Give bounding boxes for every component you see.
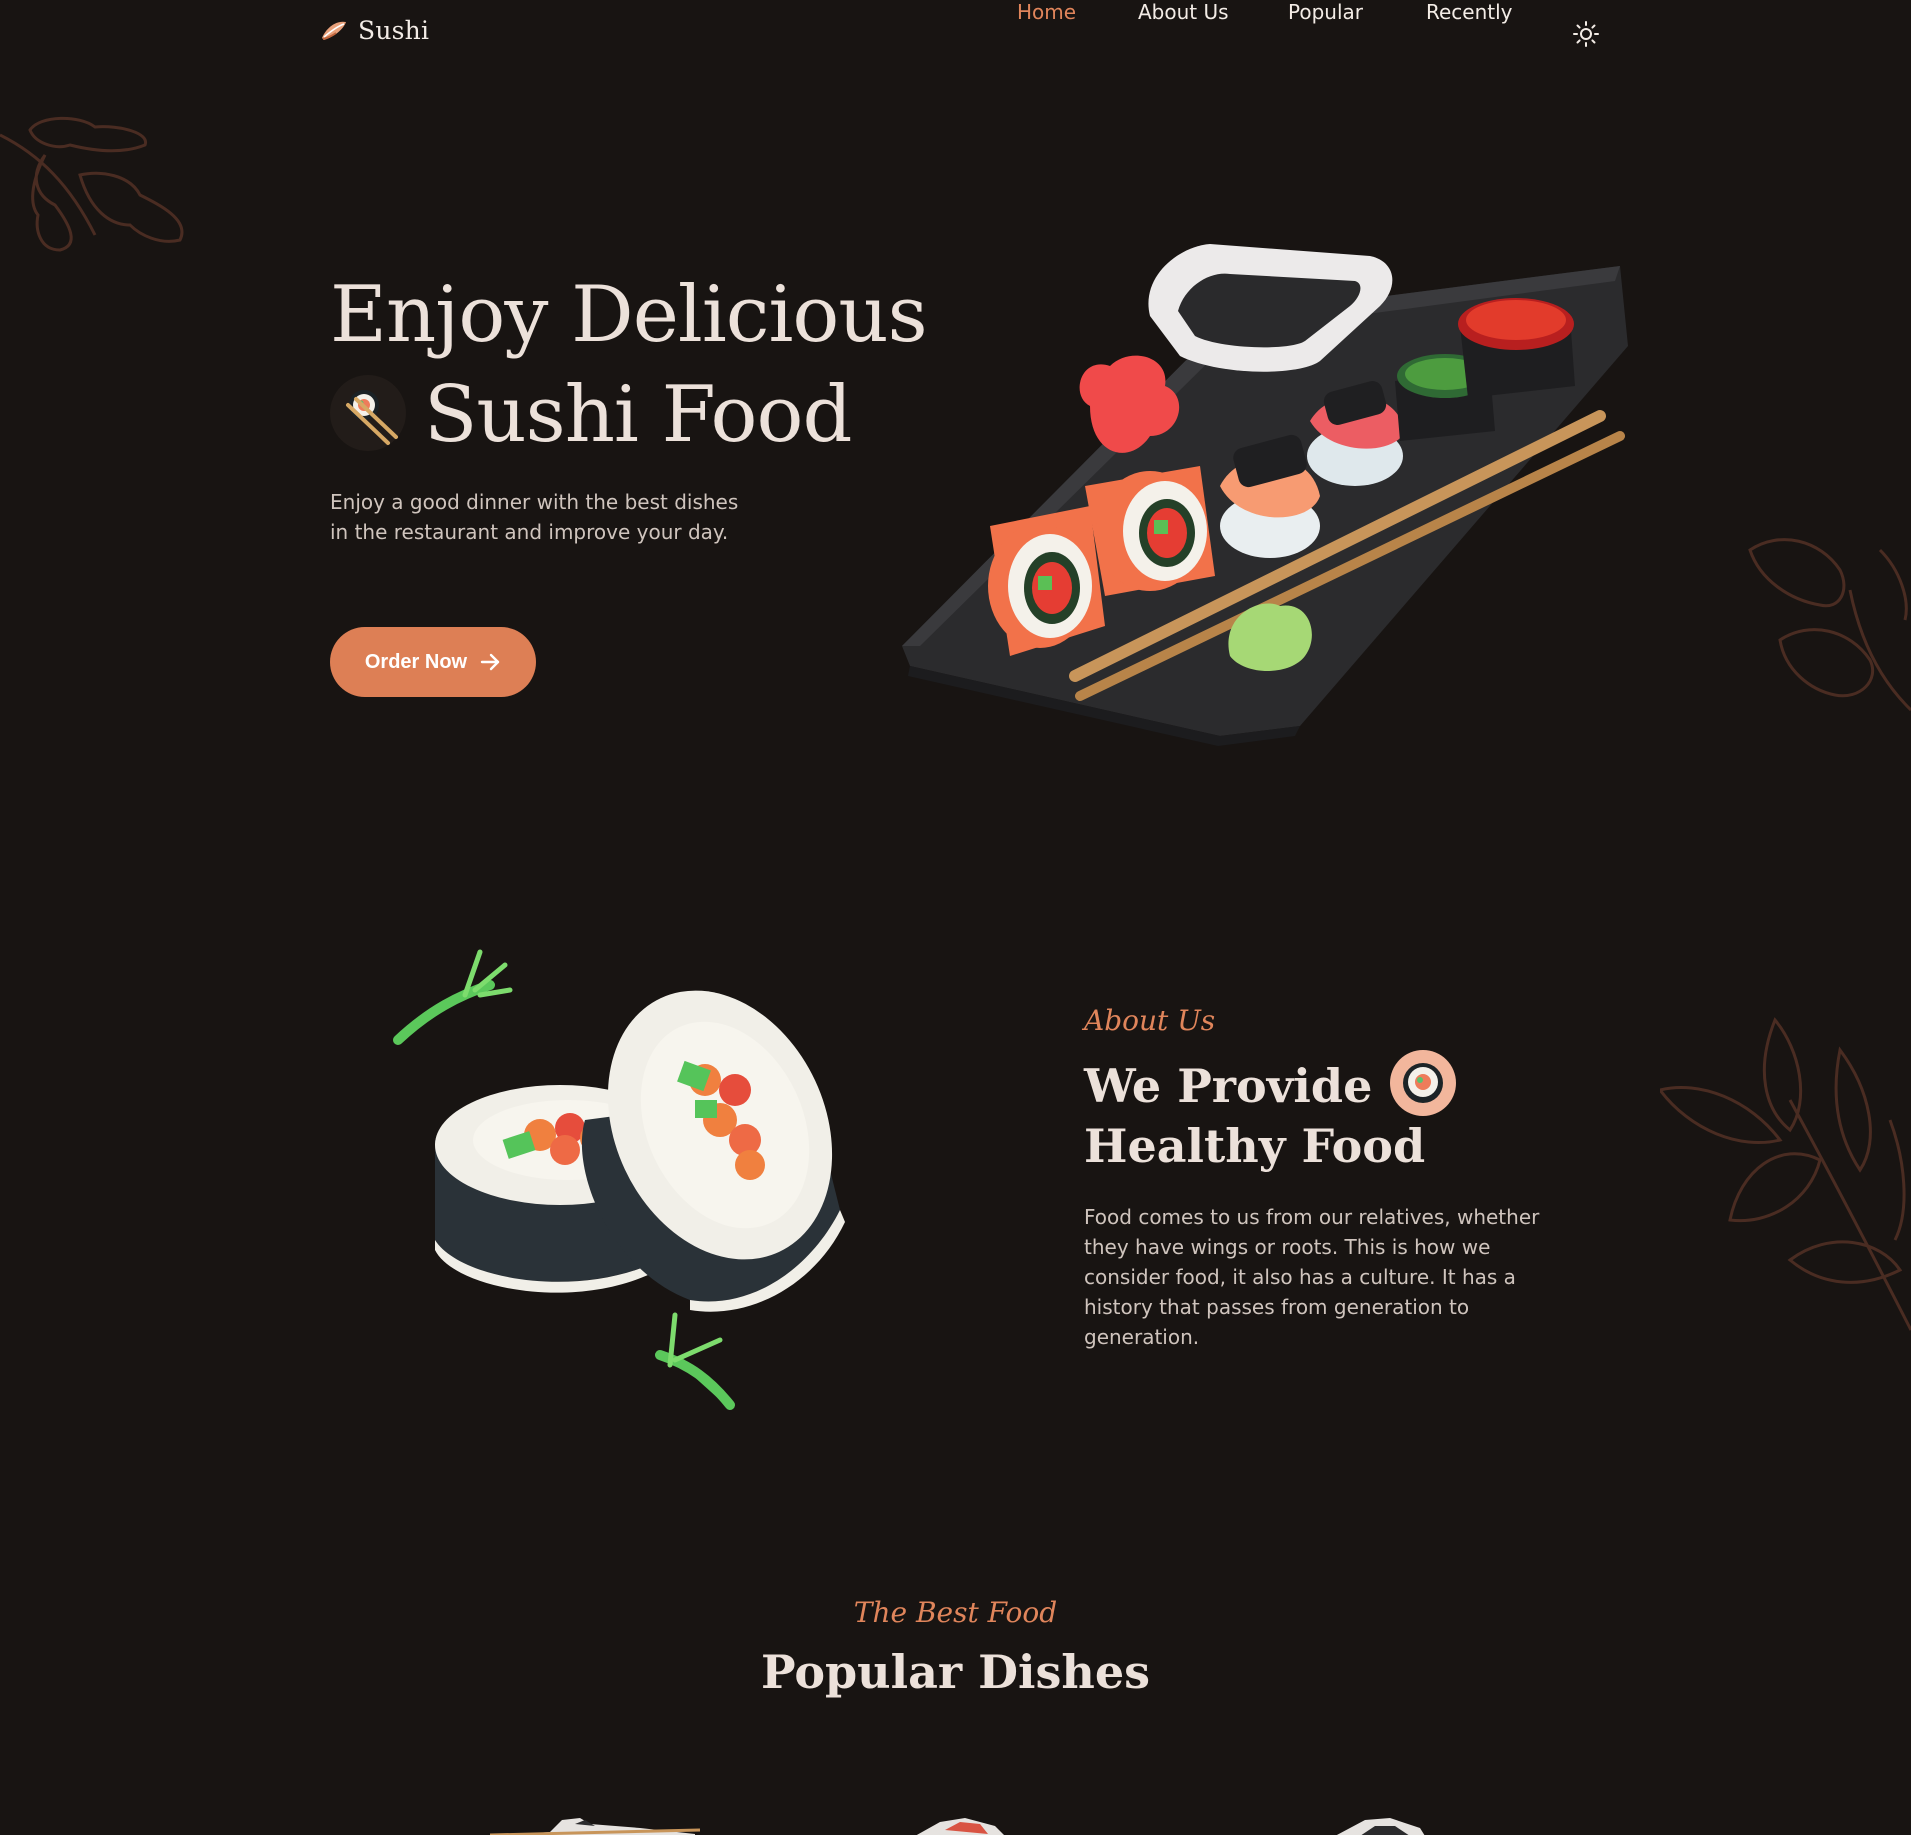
nav-home[interactable]: Home [1017,0,1076,24]
nav-about-us[interactable]: About Us [1138,0,1229,24]
hero-title: Enjoy Delicious Sushi Food [330,265,928,465]
about-title-line-1: We Provide [1084,1059,1373,1113]
brand-logo[interactable]: Sushi [318,14,429,46]
sun-icon[interactable] [1572,20,1600,48]
popular-title: Popular Dishes [760,1645,1151,1699]
dish-image-2 [916,1818,1004,1835]
order-now-button[interactable]: Order Now [330,627,536,697]
dish-image-1 [490,1818,700,1835]
about-title-line-2: Healthy Food [1084,1119,1426,1173]
about-description: Food comes to us from our relatives, whe… [1084,1205,1540,1349]
leaf-decoration-right-lower [1660,1017,1911,1331]
dish-image-3 [1336,1818,1425,1835]
leaf-decoration-right-upper [1748,538,1911,712]
about-subtitle: About Us [1084,1004,1216,1037]
leaf-decoration-top-left [0,116,184,252]
nav-popular[interactable]: Popular [1288,0,1363,24]
hero-title-line-2: Sushi Food [424,370,852,460]
about-title: We Provide Healthy Food [1084,1050,1457,1176]
brand-name: Sushi [358,15,430,45]
order-now-label: Order Now [364,650,468,673]
site-header: Sushi Home About Us Popular Recently [0,0,1911,66]
sushi-roll-badge-icon [1390,1050,1457,1116]
arrow-right-icon [480,653,500,671]
sushi-logo-icon [322,21,346,40]
hero-title-line-1: Enjoy Delicious [330,270,928,360]
popular-subtitle: The Best Food [853,1596,1058,1629]
hero-title-line-2-wrap: Sushi Food [330,365,927,465]
sushi-chopsticks-badge-icon [330,375,406,451]
about-title-line-1-wrap: We Provide [1084,1050,1457,1116]
hero-description: Enjoy a good dinner with the best dishes… [330,490,739,544]
nav-recently[interactable]: Recently [1426,0,1513,24]
sushi-rolls-image [393,949,845,1410]
sushi-board-image [902,244,1628,746]
